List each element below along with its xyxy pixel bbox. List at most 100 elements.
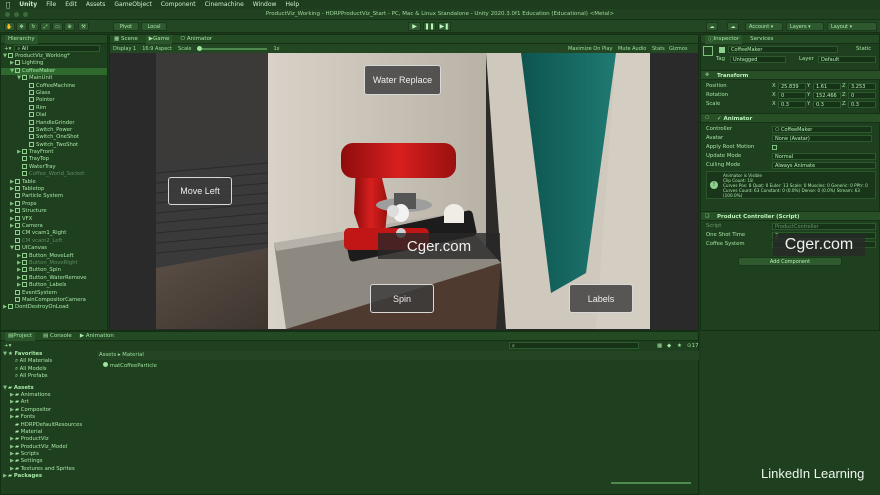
menu-window[interactable]: Window — [253, 1, 277, 8]
project-add-icon[interactable]: +▾ — [4, 343, 11, 349]
update-mode-dropdown[interactable]: Normal — [772, 153, 876, 160]
hierarchy-item[interactable]: ▶ Button_Labels — [1, 282, 107, 289]
play-button[interactable]: ▶ — [408, 22, 421, 31]
menu-file[interactable]: File — [46, 1, 56, 8]
product-controller-header[interactable]: Product Controller (Script) — [701, 211, 880, 221]
hierarchy-item[interactable]: ▼ MainUnit — [1, 75, 107, 82]
water-replace-button[interactable]: Water Replace — [364, 65, 441, 95]
move-tool-icon[interactable]: ✥ — [16, 22, 27, 31]
hierarchy-item[interactable]: ▶ Button_Spin — [1, 267, 107, 274]
hierarchy-item[interactable]: CoffeeMachine — [1, 82, 107, 90]
hierarchy-item[interactable]: Switch_Power — [1, 126, 107, 134]
hand-tool-icon[interactable]: ✋ — [4, 22, 15, 31]
project-tree-item[interactable]: ▶▰ Settings — [1, 458, 96, 465]
hierarchy-item[interactable]: Coffee_World_Socket — [1, 171, 107, 178]
transform-header[interactable]: Transform — [701, 70, 880, 80]
tag-dropdown[interactable]: Untagged — [730, 56, 786, 63]
transform-rot-y-field[interactable]: 152.466 — [813, 92, 841, 99]
project-tree-item[interactable]: ▶▰ Animations — [1, 392, 96, 399]
window-controls[interactable] — [5, 12, 28, 17]
hierarchy-item[interactable]: WaterTray — [1, 163, 107, 171]
transform-scale-z-field[interactable]: 0.3 — [848, 101, 876, 108]
pivot-toggle[interactable]: Pivot — [113, 22, 139, 31]
hierarchy-item[interactable]: ▶ Structure — [1, 208, 107, 215]
hierarchy-item[interactable]: Switch_TwoShot — [1, 141, 107, 149]
hierarchy-item[interactable]: Particle System — [1, 193, 107, 200]
label-icon[interactable]: ◆ — [667, 343, 671, 349]
hierarchy-item[interactable]: Dial — [1, 112, 107, 119]
add-icon[interactable]: +▾ — [4, 46, 11, 52]
layers-dropdown[interactable]: Layers ▾ — [786, 22, 824, 31]
spin-button[interactable]: Spin — [370, 284, 434, 313]
tab-hierarchy[interactable]: Hierarchy — [5, 34, 38, 44]
hierarchy-item[interactable]: ▶ Table — [1, 178, 107, 186]
hierarchy-item[interactable]: Pointer — [1, 97, 107, 104]
hierarchy-search-input[interactable]: ⌕ All — [14, 45, 101, 52]
tab-console[interactable]: ▤ Console — [43, 333, 72, 339]
breadcrumb-material[interactable]: Material — [122, 352, 144, 358]
avatar-field[interactable]: None (Avatar) — [772, 135, 872, 142]
layout-dropdown[interactable]: Layout ▾ — [827, 22, 877, 31]
project-search-input[interactable]: ⌕ — [509, 342, 639, 349]
menu-app[interactable]: Unity — [19, 1, 37, 8]
pause-button[interactable]: ❚❚ — [423, 22, 436, 31]
tab-game[interactable]: ▶ Game — [145, 34, 173, 44]
menu-component[interactable]: Component — [161, 1, 196, 8]
hierarchy-item[interactable]: ▶ VFX — [1, 215, 107, 223]
project-tree-item[interactable]: ▶▰ Compositor — [1, 407, 96, 414]
hierarchy-item[interactable]: TrayTop — [1, 156, 107, 163]
hierarchy-item[interactable]: ▼ ProductViz_Working* — [1, 53, 107, 60]
project-tree-item[interactable]: ▶▰ Art — [1, 399, 96, 406]
hierarchy-item[interactable]: ▶ Button_MoveRight — [1, 259, 107, 267]
rotate-tool-icon[interactable]: ↻ — [28, 22, 39, 31]
breadcrumb-assets[interactable]: Assets — [99, 352, 116, 358]
rect-tool-icon[interactable]: ▭ — [52, 22, 63, 31]
menu-help[interactable]: Help — [285, 1, 299, 8]
hierarchy-item[interactable]: ▶ Button_WaterRemove — [1, 274, 107, 282]
hierarchy-item[interactable]: CM vcam2_Left — [1, 237, 107, 245]
hierarchy-item[interactable]: EventSystem — [1, 289, 107, 297]
scale-tool-icon[interactable]: ⤢ — [40, 22, 51, 31]
step-button[interactable]: ▶❚ — [438, 22, 451, 31]
maximize-on-play-toggle[interactable]: Maximize On Play — [568, 46, 612, 52]
project-tree-item[interactable]: ▰ Material — [1, 429, 96, 436]
menu-cinemachine[interactable]: Cinemachine — [205, 1, 244, 8]
transform-pos-x-field[interactable]: 25.839 — [778, 83, 806, 90]
hierarchy-item[interactable]: Switch_OneShot — [1, 134, 107, 141]
hierarchy-item[interactable]: ▶ Camera — [1, 222, 107, 230]
tab-scene[interactable]: ▦ Scene — [114, 36, 138, 42]
icon-size-slider[interactable] — [611, 482, 691, 484]
hierarchy-item[interactable]: Glass — [1, 89, 107, 97]
transform-scale-x-field[interactable]: 0.3 — [778, 101, 806, 108]
animator-header[interactable]: ✓ Animator — [701, 113, 880, 123]
hierarchy-item[interactable]: Rim — [1, 104, 107, 112]
controller-field[interactable]: ⎔ CoffeeMaker — [772, 126, 872, 133]
stats-toggle[interactable]: Stats — [652, 46, 665, 52]
gizmos-dropdown[interactable]: Gizmos — [669, 46, 687, 52]
hierarchy-item[interactable]: ▼ UICanvas — [1, 245, 107, 252]
apple-icon[interactable]:  — [6, 1, 10, 9]
local-toggle[interactable]: Local — [141, 22, 167, 31]
project-file-item[interactable]: matCoffeeParticle — [103, 362, 157, 369]
project-tree-item[interactable]: ⌕ All Prefabs — [1, 373, 96, 380]
hierarchy-item[interactable]: MainCompositorCamera — [1, 296, 107, 304]
root-motion-checkbox[interactable] — [772, 145, 777, 150]
project-tree-item[interactable]: ▶▰ Packages — [1, 473, 96, 480]
transform-tool-icon[interactable]: ⊕ — [64, 22, 75, 31]
project-tree-item[interactable]: ▶▰ Fonts — [1, 414, 96, 421]
menu-gameobject[interactable]: GameObject — [114, 1, 151, 8]
project-tree-item[interactable]: ▶▰ ProductViz_Model — [1, 444, 96, 451]
object-name-field[interactable]: CoffeeMaker — [728, 46, 838, 53]
hierarchy-item[interactable]: ▶ Tabletop — [1, 186, 107, 193]
layer-dropdown[interactable]: Default — [818, 56, 876, 63]
static-toggle[interactable]: Static — [856, 45, 871, 53]
tab-animator[interactable]: ⎔ Animator — [180, 36, 212, 42]
filter-icon[interactable]: ▦ — [657, 343, 662, 349]
transform-scale-y-field[interactable]: 0.3 — [813, 101, 841, 108]
tab-project[interactable]: ▤ Project — [5, 331, 36, 341]
menu-edit[interactable]: Edit — [65, 1, 77, 8]
transform-pos-z-field[interactable]: 3.253 — [848, 83, 876, 90]
project-tree-item[interactable]: ▶▰ Textures and Sprites — [1, 466, 96, 473]
transform-rot-x-field[interactable]: 0 — [778, 92, 806, 99]
tab-inspector[interactable]: ⓘ Inspector — [705, 34, 743, 44]
